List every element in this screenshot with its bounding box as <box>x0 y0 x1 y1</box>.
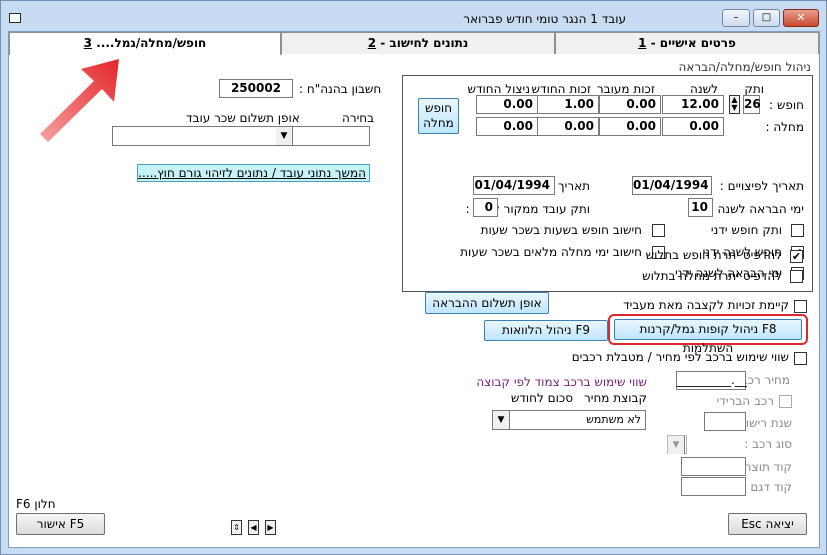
car-group-title: שווי שימוש ברכב צמוד לפי קבוצה <box>476 375 647 389</box>
vacation-sick-button-line1: חופש <box>424 101 453 115</box>
f9-loans-button[interactable]: F9 ניהול הלוואות <box>484 320 608 341</box>
print-sick-balance-checkbox[interactable] <box>790 270 803 283</box>
tab-vacation-number: 3 <box>83 36 93 50</box>
print-vacation-balance-checkbox[interactable]: ✔ <box>790 250 803 263</box>
print-sick-balance-label: להדפיס יתרת מחלה בתלוש <box>642 269 782 283</box>
col-seniority: ותק <box>744 82 764 96</box>
account-field[interactable]: 250002 <box>219 79 293 98</box>
close-icon: ✕ <box>796 11 806 24</box>
car-type-select[interactable]: ▼ <box>667 435 687 454</box>
tab-calc-number: 2 <box>367 36 377 50</box>
hybrid-car-label: רכב הברידי <box>716 394 774 408</box>
car-value-label: שווי שימוש ברכב לפי מחיר / מטבלת רכבים <box>571 350 789 364</box>
sick-monthly-field[interactable]: 0.00 <box>537 117 599 136</box>
car-value-checkbox[interactable] <box>794 352 807 365</box>
col-monthly: זכות החודש <box>531 82 591 96</box>
tab-personal[interactable]: פרטים אישיים - 1 <box>555 32 819 54</box>
hourly-vacation-label: חישוב חופש בשעות בשכר שעות <box>480 223 642 237</box>
print-vacation-balance-label: להדפיס יתרת חופש בתלוש <box>645 248 782 262</box>
chevron-down-icon[interactable]: ▼ <box>276 127 293 145</box>
severance-date-label: תאריך לפיצויים : <box>719 179 804 193</box>
model-code-field[interactable] <box>681 477 746 496</box>
transfer-rights-label: קיימת זכויות לקצבה מאת מעביד <box>623 298 789 312</box>
vacation-per-year-field[interactable]: 12.00 <box>662 95 724 114</box>
car-group-price-label: קבוצת מחיר <box>584 391 647 405</box>
pay-method-label: אופן תשלום שכר עובד <box>186 111 300 125</box>
reg-year-field[interactable] <box>704 412 746 431</box>
select-label: בחירה <box>342 111 375 125</box>
vacation-seniority-field[interactable]: 26 <box>743 95 761 114</box>
tab-vacation-sick[interactable]: חופש/מחלה/גמל.... 3 <box>9 32 281 55</box>
nav-updown-icon[interactable]: ⇕ <box>231 520 242 535</box>
vacation-row-label: חופש : <box>769 98 804 112</box>
manual-vacation-seniority-checkbox[interactable] <box>791 224 804 237</box>
vacation-sick-button-line2: מחלה <box>423 116 454 130</box>
recovery-days-field[interactable]: 10 <box>688 198 713 217</box>
vacation-sick-button[interactable]: חופש מחלה <box>418 98 459 134</box>
leave-section-title: ניהול חופש/מחלה/הבראה <box>678 60 812 74</box>
sick-carried-field[interactable]: 0.00 <box>599 117 661 136</box>
maker-code-field[interactable] <box>681 457 746 476</box>
window-title: עובד 1 הנגר טומי חודש פברואר <box>463 12 626 26</box>
continue-employee-data-link[interactable]: המשך נתוני עובד / נתונים לזיהוי גורם חוץ… <box>137 164 370 182</box>
transfer-rights-checkbox[interactable] <box>794 300 807 313</box>
pay-method-select[interactable]: ▼ <box>112 126 370 146</box>
recovery-days-label: ימי הבראה לשנה : <box>709 202 804 216</box>
nav-prev-icon[interactable]: ◀ <box>248 520 259 535</box>
vacation-used-field[interactable]: 0.00 <box>476 95 538 114</box>
hourly-vacation-checkbox[interactable] <box>652 224 665 237</box>
sick-row-label: מחלה : <box>765 120 804 134</box>
car-price-field[interactable]: _________.__ <box>676 371 747 390</box>
tab-personal-label: פרטים אישיים - <box>646 36 736 50</box>
f5-confirm-button[interactable]: F5 אישור <box>16 513 105 535</box>
nav-next-icon[interactable]: ▶ <box>265 520 276 535</box>
col-used: ניצול החודש <box>467 82 530 96</box>
title-bar: עובד 1 הנגר טומי חודש פברואר – □ ✕ <box>1 1 826 31</box>
recovery-payment-button[interactable]: אופן תשלום ההבראה <box>425 292 549 314</box>
f8-provident-funds-button[interactable]: F8 ניהול קופות גמל/קרנות השתלמות <box>614 319 802 355</box>
f6-window-label[interactable]: F6 חלון <box>16 497 56 511</box>
account-label: חשבון בהנה"ח : <box>299 82 382 96</box>
car-type-label: סוג רכב : <box>744 437 792 451</box>
app-icon <box>9 13 21 23</box>
seniority-date-field[interactable]: 01/04/1994 <box>473 176 555 195</box>
close-button[interactable]: ✕ <box>783 9 819 27</box>
minimize-icon: – <box>733 12 739 23</box>
manual-vacation-seniority-label: ותק חופש ידני <box>710 223 782 237</box>
hourly-sick-label: חישוב ימי מחלה מלאים בשכר שעות <box>460 245 642 259</box>
car-monthly-sum-label: סכום לחודש <box>510 391 573 405</box>
seniority-spin-icon[interactable]: ▲ ▼ <box>729 95 740 114</box>
prev-seniority-field[interactable]: 0 <box>473 198 498 217</box>
app-window: עובד 1 הנגר טומי חודש פברואר – □ ✕ פרטים… <box>0 0 827 555</box>
model-code-label: קוד דגם : <box>742 480 792 494</box>
car-group-select-value: לא משתמש <box>586 413 641 426</box>
maximize-icon: □ <box>761 12 772 23</box>
tab-vacation-label: חופש/מחלה/גמל.... <box>92 36 207 50</box>
col-carried: זכות מעובר <box>596 82 655 96</box>
sick-per-year-field[interactable]: 0.00 <box>662 117 724 136</box>
esc-exit-button[interactable]: יציאה Esc <box>728 513 807 535</box>
vacation-monthly-field[interactable]: 1.00 <box>537 95 599 114</box>
car-group-chevron-icon[interactable]: ▼ <box>493 411 510 429</box>
tab-calc-label: נתונים לחישוב - <box>376 36 469 50</box>
minimize-button[interactable]: – <box>722 9 750 27</box>
maximize-button[interactable]: □ <box>753 9 780 27</box>
tab-calc-data[interactable]: נתונים לחישוב - 2 <box>281 32 555 54</box>
col-per-year: לשנה <box>690 82 718 96</box>
sick-used-field[interactable]: 0.00 <box>476 117 538 136</box>
severance-date-field[interactable]: 01/04/1994 <box>632 176 712 195</box>
tab-strip: פרטים אישיים - 1 נתונים לחישוב - 2 חופש/… <box>9 32 819 55</box>
car-group-select[interactable]: ▼ לא משתמש <box>492 410 646 430</box>
hybrid-car-checkbox[interactable] <box>779 395 792 408</box>
vacation-carried-field[interactable]: 0.00 <box>599 95 661 114</box>
client-area: פרטים אישיים - 1 נתונים לחישוב - 2 חופש/… <box>8 31 820 548</box>
car-type-chevron-icon[interactable]: ▼ <box>668 436 685 454</box>
